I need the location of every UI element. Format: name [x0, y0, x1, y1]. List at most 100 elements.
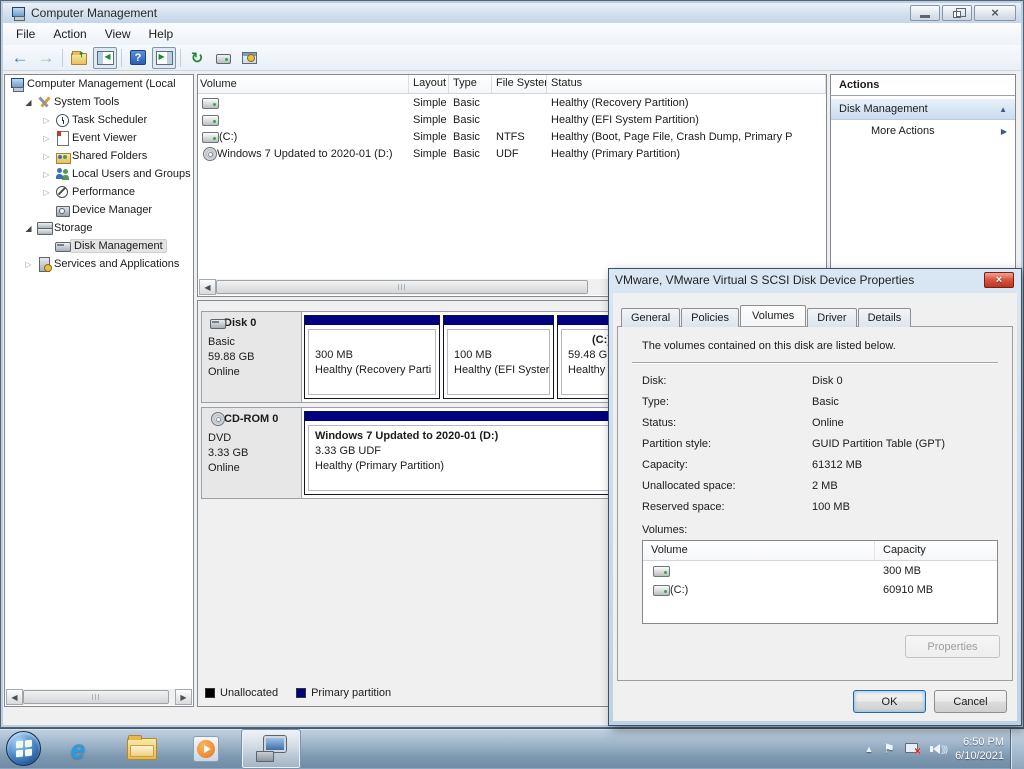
taskbar-clock[interactable]: 6:50 PM 6/10/2021	[955, 735, 1004, 763]
expander-open-icon[interactable]: ◢	[22, 98, 35, 107]
tree-item-disk-management[interactable]: Disk Management	[5, 237, 193, 255]
scrollbar-thumb[interactable]	[216, 280, 588, 294]
start-button[interactable]	[0, 729, 46, 769]
tree-item-performance[interactable]: ▷ Performance	[5, 183, 193, 201]
dialog-volume-row[interactable]: 300 MB	[643, 561, 997, 580]
network-disconnected-icon[interactable]	[905, 743, 920, 755]
tab-policies[interactable]: Policies	[681, 308, 739, 327]
manage-computer-button[interactable]	[237, 47, 261, 69]
titlebar[interactable]: Computer Management ×	[3, 3, 1021, 23]
close-button[interactable]: ×	[974, 5, 1016, 21]
tools-icon	[37, 95, 52, 109]
volume-row[interactable]: Windows 7 Updated to 2020-01 (D:) Simple…	[198, 145, 826, 162]
tree-item-task-scheduler[interactable]: ▷ Task Scheduler	[5, 111, 193, 129]
expander-open-icon[interactable]: ◢	[22, 224, 35, 233]
column-header-status[interactable]: Status	[547, 75, 826, 93]
tab-driver[interactable]: Driver	[807, 308, 856, 327]
properties-button[interactable]: Properties	[905, 635, 1000, 658]
cdrom0-label[interactable]: CD-ROM 0 DVD 3.33 GB Online	[202, 408, 302, 498]
partition-efi[interactable]: 100 MB Healthy (EFI Syster	[443, 315, 554, 399]
volume-icon[interactable]: )))	[930, 744, 947, 754]
refresh-icon: ↻	[191, 49, 204, 67]
volume-row[interactable]: Simple Basic Healthy (EFI System Partiti…	[198, 111, 826, 128]
scrollbar-thumb[interactable]	[23, 690, 169, 704]
help-icon: ?	[130, 50, 146, 65]
column-header-layout[interactable]: Layout	[409, 75, 449, 93]
minimize-icon	[920, 15, 930, 18]
show-desktop-button[interactable]	[1010, 729, 1024, 769]
menu-help[interactable]: Help	[140, 24, 183, 44]
tree-item-device-manager[interactable]: Device Manager	[5, 201, 193, 219]
field-status: Status: Online	[632, 412, 998, 433]
refresh-button[interactable]: ↻	[185, 47, 209, 69]
tab-volumes[interactable]: Volumes	[740, 305, 806, 326]
actions-group-disk-management[interactable]: Disk Management ▲	[831, 98, 1015, 120]
forward-button[interactable]: →	[34, 47, 58, 69]
expander-closed-icon[interactable]: ▷	[40, 116, 53, 125]
dialog-volumes-list[interactable]: Volume Capacity 300 MB (C:) 60910 MB	[642, 540, 998, 624]
more-actions-item[interactable]: More Actions ▶	[831, 120, 1015, 142]
column-header-volume[interactable]: Volume	[198, 75, 409, 93]
show-action-pane-button[interactable]	[152, 47, 176, 69]
expander-closed-icon[interactable]: ▷	[40, 152, 53, 161]
collapse-icon[interactable]: ▲	[999, 105, 1007, 114]
ok-button[interactable]: OK	[853, 690, 926, 713]
minimize-button[interactable]	[910, 5, 940, 21]
column-header-type[interactable]: Type	[449, 75, 492, 93]
show-hidden-icons-button[interactable]: ▲	[864, 744, 873, 754]
partition-legend: Unallocated Primary partition	[205, 687, 409, 699]
menu-view[interactable]: View	[96, 24, 140, 44]
taskbar-internet-explorer[interactable]: e	[46, 729, 110, 769]
disk-properties-button[interactable]	[211, 47, 235, 69]
column-header-file-system[interactable]: File System	[492, 75, 547, 93]
scroll-right-icon[interactable]: ▶	[175, 689, 192, 705]
dialog-close-button[interactable]: ×	[984, 272, 1014, 288]
restore-button[interactable]	[942, 5, 972, 21]
dialog-tabs: General Policies Volumes Driver Details	[621, 305, 912, 326]
disk0-label[interactable]: Disk 0 Basic 59.88 GB Online	[202, 312, 302, 402]
tree-item-services-applications[interactable]: ▷ Services and Applications	[5, 255, 193, 273]
media-player-icon	[193, 736, 219, 762]
tree-item-local-users-groups[interactable]: ▷ Local Users and Groups	[5, 165, 193, 183]
tree-item-system-tools[interactable]: ◢ System Tools	[5, 93, 193, 111]
menu-file[interactable]: File	[7, 24, 44, 44]
volume-list-pane: Volume Layout Type File System Status Si…	[197, 74, 827, 297]
taskbar-windows-explorer[interactable]	[110, 729, 174, 769]
column-header-capacity[interactable]: Capacity	[875, 541, 997, 560]
volume-row[interactable]: (C:) Simple Basic NTFS Healthy (Boot, Pa…	[198, 128, 826, 145]
menu-action[interactable]: Action	[44, 24, 95, 44]
action-center-icon[interactable]: ⚑	[883, 741, 895, 757]
taskbar: e ▲ ⚑ ))) 6:50 PM 6/10/2021	[0, 728, 1024, 768]
dialog-volume-row[interactable]: (C:) 60910 MB	[643, 580, 997, 599]
tab-general[interactable]: General	[621, 308, 680, 327]
expander-closed-icon[interactable]: ▷	[40, 134, 53, 143]
legend-primary-partition: Primary partition	[311, 687, 391, 699]
cancel-button[interactable]: Cancel	[934, 690, 1007, 713]
tab-details[interactable]: Details	[858, 308, 912, 327]
up-level-button[interactable]	[67, 47, 91, 69]
back-button[interactable]: ←	[8, 47, 32, 69]
taskbar-computer-management-active[interactable]	[242, 730, 300, 768]
tree-horizontal-scrollbar[interactable]: ◀ ▶	[6, 689, 192, 705]
show-console-tree-button[interactable]	[93, 47, 117, 69]
expander-closed-icon[interactable]: ▷	[22, 260, 35, 269]
expander-closed-icon[interactable]: ▷	[40, 170, 53, 179]
partition-recovery[interactable]: 300 MB Healthy (Recovery Parti	[304, 315, 440, 399]
scroll-left-icon[interactable]: ◀	[199, 279, 216, 295]
legend-unallocated: Unallocated	[220, 687, 278, 699]
field-partition-style: Partition style: GUID Partition Table (G…	[632, 433, 998, 454]
window-title: Computer Management	[31, 6, 157, 20]
drive-icon	[202, 114, 219, 126]
users-icon	[55, 167, 70, 181]
expander-closed-icon[interactable]: ▷	[40, 188, 53, 197]
tree-item-shared-folders[interactable]: ▷ Shared Folders	[5, 147, 193, 165]
drive-icon	[653, 565, 670, 577]
volume-row[interactable]: Simple Basic Healthy (Recovery Partition…	[198, 94, 826, 111]
help-button[interactable]: ?	[126, 47, 150, 69]
tree-item-event-viewer[interactable]: ▷ Event Viewer	[5, 129, 193, 147]
scroll-left-icon[interactable]: ◀	[6, 689, 23, 705]
tree-item-storage[interactable]: ◢ Storage	[5, 219, 193, 237]
taskbar-media-player[interactable]	[174, 729, 238, 769]
tree-item-computer-management[interactable]: Computer Management (Local	[5, 75, 193, 93]
column-header-volume[interactable]: Volume	[643, 541, 875, 560]
